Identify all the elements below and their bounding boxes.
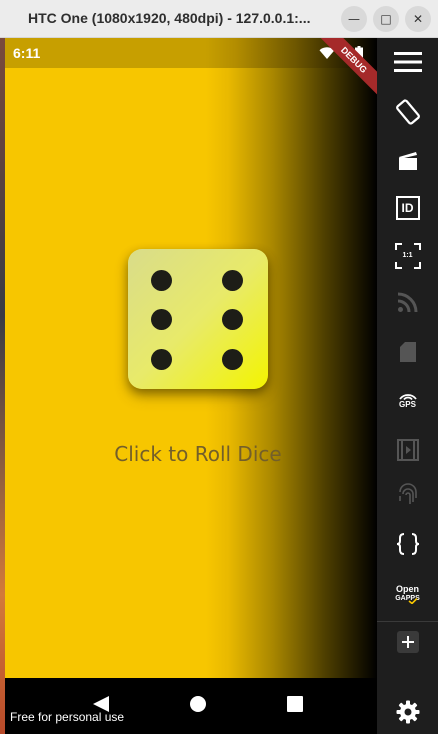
maximize-button[interactable]: □ [373,6,399,32]
dice-pip [151,270,172,291]
code-button[interactable] [377,524,438,564]
opengapps-icon: Open GAPPS [395,583,420,604]
settings-icon [396,700,419,724]
rotate-button[interactable] [377,92,438,132]
add-button[interactable] [377,622,438,662]
status-time: 6:11 [13,45,41,61]
menu-button[interactable] [377,42,438,82]
rss-icon [397,292,417,313]
screencast-button[interactable] [377,140,438,180]
minimize-button[interactable]: — [341,6,367,32]
dice-pip [151,309,172,330]
dice-pip [151,349,172,370]
home-icon[interactable] [190,696,206,712]
code-icon [396,533,419,555]
rotate-icon [395,99,420,125]
status-bar: 6:11 [5,38,377,68]
plus-icon [396,631,419,653]
navigation-bar [5,678,377,734]
rss-button[interactable] [377,282,438,322]
opengapps-button[interactable]: Open GAPPS [377,574,438,614]
recents-icon[interactable] [287,696,303,712]
media-icon [396,439,419,461]
window-titlebar: HTC One (1080x1920, 480dpi) - 127.0.0.1:… [0,0,438,38]
phone-screen: 6:11 DEBUG Click to Roll Dice [5,38,377,678]
close-button[interactable]: ✕ [405,6,431,32]
watermark-text: Free for personal use [10,710,125,724]
dice-pip [222,309,243,330]
settings-button[interactable] [377,692,438,732]
fingerprint-button[interactable] [377,474,438,514]
menu-icon [393,52,422,72]
dice-button[interactable] [128,249,268,389]
sim-button[interactable] [377,332,438,372]
pixel-perfect-button[interactable]: 1:1 [377,236,438,276]
fingerprint-icon [398,483,417,504]
identifier-icon: ID [395,196,420,220]
gps-icon: GPS [398,391,418,409]
identifier-button[interactable]: ID [377,188,438,228]
dice-pip [222,270,243,291]
dice-pip [222,349,243,370]
pixel-perfect-icon: 1:1 [394,243,421,269]
media-button[interactable] [377,430,438,470]
roll-dice-label[interactable]: Click to Roll Dice [5,442,377,466]
window-title: HTC One (1080x1920, 480dpi) - 127.0.0.1:… [28,10,311,26]
sim-icon [399,342,416,362]
emulator-toolbar: ID 1:1 GPS Open GAPPS [377,38,438,734]
gps-button[interactable]: GPS [377,380,438,420]
screencast-icon [398,152,417,170]
